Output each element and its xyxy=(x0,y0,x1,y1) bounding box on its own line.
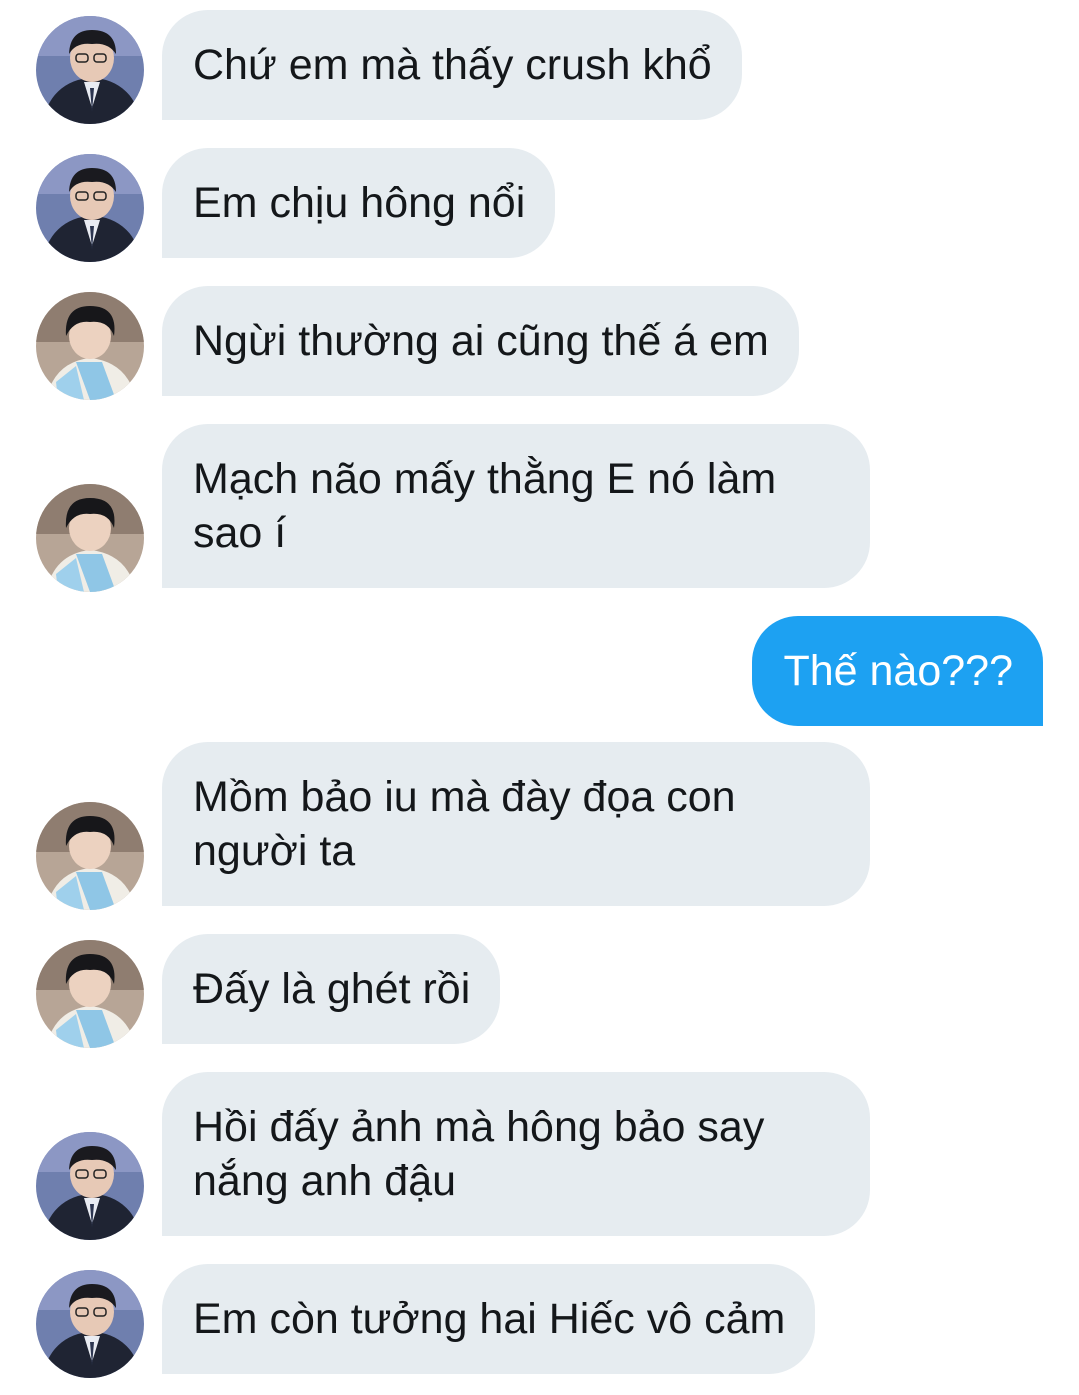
avatar[interactable] xyxy=(36,1270,144,1378)
avatar-photo-icon xyxy=(36,940,144,1048)
message-text: Chứ em mà thấy crush khổ xyxy=(193,41,712,89)
message-text: Mồm bảo iu mà đày đọa con người ta xyxy=(193,773,736,875)
message-bubble[interactable]: Em còn tưởng hai Hiếc vô cảm xyxy=(162,1264,816,1374)
message-text: Thế nào??? xyxy=(783,647,1013,695)
message-bubble[interactable]: Mồm bảo iu mà đày đọa con người ta xyxy=(162,742,870,906)
avatar[interactable] xyxy=(36,154,144,262)
avatar-photo-icon xyxy=(36,802,144,910)
avatar-photo-icon xyxy=(36,154,144,262)
message-text: Em còn tưởng hai Hiếc vô cảm xyxy=(193,1295,786,1343)
message-thread: Chứ em mà thấy crush khổ Em chịu hông nổ… xyxy=(0,0,1079,1395)
message-bubble[interactable]: Em chịu hông nổi xyxy=(162,148,556,258)
message-bubble[interactable]: Mạch não mấy thằng E nó làm sao í xyxy=(162,424,870,588)
message-bubble[interactable]: Chứ em mà thấy crush khổ xyxy=(162,10,742,120)
avatar-photo-icon xyxy=(36,484,144,592)
message-text: Mạch não mấy thằng E nó làm sao í xyxy=(193,455,777,557)
avatar[interactable] xyxy=(36,802,144,910)
avatar[interactable] xyxy=(36,940,144,1048)
avatar[interactable] xyxy=(36,292,144,400)
message-bubble[interactable]: Hồi đấy ảnh mà hông bảo say nắng anh đậu xyxy=(162,1072,870,1236)
avatar[interactable] xyxy=(36,16,144,124)
message-text: Em chịu hông nổi xyxy=(193,179,526,227)
avatar[interactable] xyxy=(36,1132,144,1240)
message-text: Hồi đấy ảnh mà hông bảo say nắng anh đậu xyxy=(193,1103,765,1205)
message-bubble[interactable]: Đấy là ghét rồi xyxy=(162,934,501,1044)
avatar-photo-icon xyxy=(36,16,144,124)
avatar-photo-icon xyxy=(36,1132,144,1240)
message-text: Ngừi thường ai cũng thế á em xyxy=(193,317,769,365)
message-bubble-outgoing[interactable]: Thế nào??? xyxy=(752,616,1043,726)
avatar-photo-icon xyxy=(36,1270,144,1378)
avatar-photo-icon xyxy=(36,292,144,400)
avatar[interactable] xyxy=(36,484,144,592)
message-bubble[interactable]: Ngừi thường ai cũng thế á em xyxy=(162,286,799,396)
message-text: Đấy là ghét rồi xyxy=(193,965,471,1013)
